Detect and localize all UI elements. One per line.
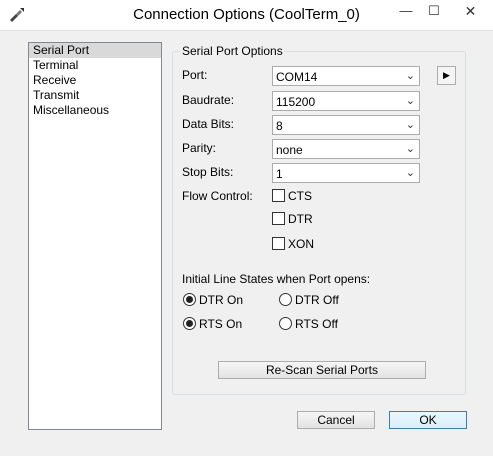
chevron-down-icon: ⌄ (405, 167, 415, 179)
xon-label: XON (288, 237, 315, 251)
play-arrow-icon: ▶ (443, 70, 450, 80)
baudrate-label: Baudrate: (182, 93, 235, 107)
dtr-off-radio[interactable] (279, 293, 292, 306)
baudrate-select[interactable]: 115200 ⌄ (272, 91, 420, 111)
dtr-label: DTR (288, 212, 313, 226)
chevron-down-icon: ⌄ (405, 119, 415, 131)
title-bar: Connection Options (CoolTerm_0) — ☐ ✕ (0, 0, 493, 31)
initial-line-states-label: Initial Line States when Port opens: (182, 272, 371, 286)
port-label: Port: (182, 68, 208, 82)
chevron-down-icon: ⌄ (405, 143, 415, 155)
baudrate-value: 115200 (276, 95, 316, 109)
port-select[interactable]: COM14 ⌄ (272, 66, 420, 86)
nav-item-terminal[interactable]: Terminal (29, 58, 161, 73)
cts-checkbox[interactable] (272, 189, 285, 202)
stopbits-value: 1 (276, 167, 283, 181)
stopbits-label: Stop Bits: (182, 165, 234, 179)
databits-label: Data Bits: (182, 117, 235, 131)
nav-item-serial-port[interactable]: Serial Port (29, 43, 161, 58)
rts-on-radio[interactable] (183, 317, 196, 330)
cancel-button[interactable]: Cancel (297, 411, 375, 429)
rescan-serial-ports-button[interactable]: Re-Scan Serial Ports (218, 361, 426, 379)
parity-label: Parity: (182, 141, 217, 155)
databits-value: 8 (276, 119, 283, 133)
dtr-checkbox[interactable] (272, 212, 285, 225)
port-menu-button[interactable]: ▶ (437, 66, 456, 85)
dtr-on-label: DTR On (199, 293, 244, 307)
nav-item-receive[interactable]: Receive (29, 73, 161, 88)
dtr-off-label: DTR Off (295, 293, 339, 307)
options-category-list[interactable]: Serial Port Terminal Receive Transmit Mi… (28, 42, 162, 430)
serial-port-options-title: Serial Port Options (180, 44, 285, 58)
ok-button[interactable]: OK (389, 411, 467, 429)
nav-item-transmit[interactable]: Transmit (29, 88, 161, 103)
chevron-down-icon: ⌄ (405, 95, 415, 107)
nav-item-miscellaneous[interactable]: Miscellaneous (29, 103, 161, 118)
maximize-button[interactable]: ☐ (420, 0, 448, 22)
flow-control-label: Flow Control: (182, 189, 253, 203)
port-value: COM14 (276, 70, 318, 84)
stopbits-select[interactable]: 1 ⌄ (272, 163, 420, 183)
xon-checkbox[interactable] (272, 237, 285, 250)
rts-on-label: RTS On (199, 317, 243, 331)
cts-label: CTS (288, 189, 312, 203)
parity-value: none (276, 143, 303, 157)
chevron-down-icon: ⌄ (405, 70, 415, 82)
rts-off-radio[interactable] (279, 317, 292, 330)
dtr-on-radio[interactable] (183, 293, 196, 306)
rts-off-label: RTS Off (295, 317, 338, 331)
minimize-button[interactable]: — (392, 0, 420, 22)
close-button[interactable]: ✕ (448, 0, 493, 22)
parity-select[interactable]: none ⌄ (272, 139, 420, 159)
databits-select[interactable]: 8 ⌄ (272, 115, 420, 135)
